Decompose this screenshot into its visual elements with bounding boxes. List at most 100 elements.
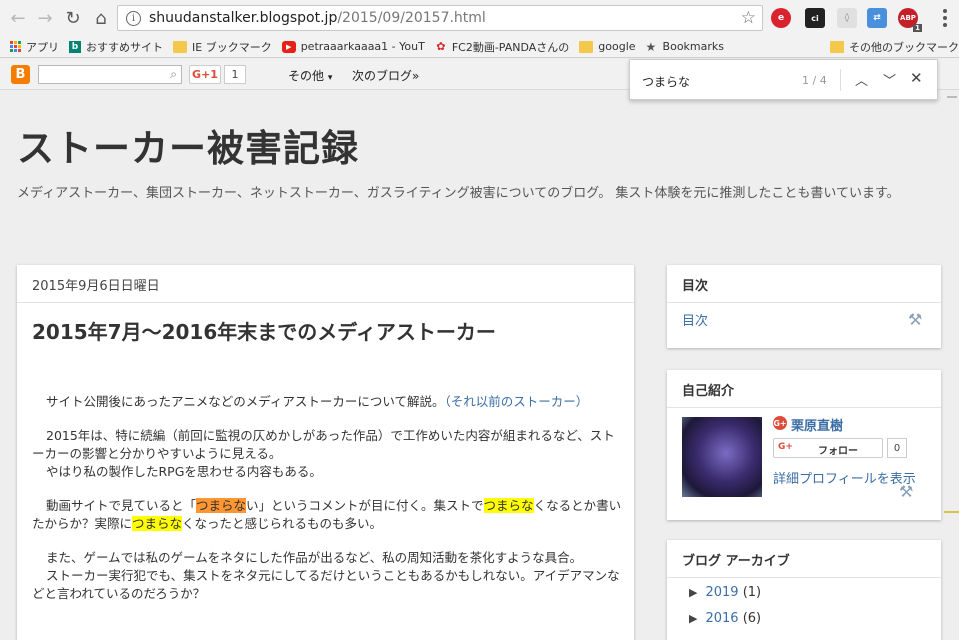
reload-icon[interactable]: ↻ [60,5,86,31]
bookmark-google-folder[interactable]: google [579,40,636,53]
chrome-menu-icon[interactable] [943,9,947,27]
youtube-icon: ▶ [281,40,296,53]
bookmark-label: アプリ [26,40,59,54]
profile-widget: 自己紹介 G+ 栗原直樹 G+ フォロー 0 詳細プロフィールを表示 ⚒ [667,370,941,520]
gplus-one-button[interactable]: G+1 [189,65,221,84]
bookmark-star-icon[interactable]: ☆ [741,8,756,28]
post-card: 2015年9月6日日曜日 2015年7月～2016年末までのメディアストーカー … [17,265,634,640]
post-divider [17,302,634,303]
search-icon[interactable]: ⌕ [170,67,177,82]
folder-icon [830,40,844,53]
back-arrow-icon[interactable]: ← [5,5,31,31]
view-profile-link[interactable]: 詳細プロフィールを表示 [773,468,916,487]
extension-shield-icon[interactable]: ◊ [837,8,857,28]
forward-arrow-icon[interactable]: → [32,5,58,31]
find-input[interactable]: つまらな [642,73,690,90]
wrench-icon[interactable]: ⚒ [908,310,922,329]
post-text: くなったと感じられるものも多い。 [182,516,383,531]
extension-ci-icon[interactable]: ci [805,8,825,28]
extension-translate-icon[interactable]: ⇄ [867,8,887,28]
extension-adblock-icon[interactable]: ABP 1 [898,8,922,32]
folder-icon [173,40,187,53]
star-icon: ★ [645,39,657,54]
toc-widget: 目次 目次 ⚒ [667,265,941,348]
blog-description: メディアストーカー、集団ストーカー、ネットストーカー、ガスライティング被害につい… [17,186,900,201]
find-match-count: 1 / 4 [802,74,827,87]
browser-toolbar: ← → ↻ ⌂ i shuudanstalker.blogspot.jp/201… [0,0,959,36]
earlier-stalker-link[interactable]: （それ以前のストーカー） [445,394,589,409]
post-date: 2015年9月6日日曜日 [32,279,160,294]
find-bar: つまらな 1 / 4 ︿ ﹀ ✕ [629,59,938,100]
adblock-badge: 1 [913,24,922,32]
more-label: その他 [288,69,325,83]
wrench-icon[interactable]: ⚒ [899,482,913,501]
extension-red-icon[interactable]: e [771,8,791,28]
adblock-label: ABP [900,14,916,22]
site-info-icon[interactable]: i [126,10,141,26]
bookmark-youtube[interactable]: ▶ petraaarkaaaa1 - YouT [281,40,425,53]
expand-arrow-icon[interactable]: ▶ [689,586,697,599]
post-paragraph: 2015年は、特に続編（前回に監視の仄めかしがあった作品）で工作めいた内容が組ま… [32,427,627,481]
archive-year[interactable]: 2016 [705,611,738,626]
post-body: サイト公開後にあったアニメなどのメディアストーカーについて解説。（それ以前のスト… [32,393,627,619]
post-text: サイト公開後にあったアニメなどのメディアストーカーについて解説。 [46,394,445,409]
find-divider [840,69,841,91]
bookmark-other-folder[interactable]: その他のブックマーク [830,39,959,55]
find-close-icon[interactable]: ✕ [910,69,923,87]
profile-title: 自己紹介 [682,384,735,399]
widget-divider [667,407,941,408]
scrollbar-thumb[interactable] [947,96,957,98]
bookmarks-bar: アプリ b おすすめサイト IE ブックマーク ▶ petraaarkaaaa1… [0,36,959,58]
fc2-icon: ✿ [436,39,446,53]
expand-arrow-icon[interactable]: ▶ [689,612,697,625]
bookmark-label: IE ブックマーク [192,40,272,54]
post-paragraph: 動画サイトで見ていると「つまらない」というコメントが目に付く。集ストでつまらなく… [32,497,627,533]
post-text: い」というコメントが目に付く。集ストで [246,498,484,513]
follow-label: フォロー [818,446,858,457]
follow-button[interactable]: G+ フォロー [773,438,883,458]
widget-divider [667,302,941,303]
post-title[interactable]: 2015年7月～2016年末までのメディアストーカー [32,316,496,345]
url-host: shuudanstalker.blogspot.jp [149,10,338,26]
post-paragraph: また、ゲームでは私のゲームをネタにした作品が出るなど、私の周知活動を茶化すような… [32,549,627,603]
profile-name[interactable]: 栗原直樹 [791,415,843,434]
post-text: やはり私の製作したRPGを思わせる内容もある。 [46,464,322,479]
find-next-icon[interactable]: ﹀ [883,70,896,89]
url-path: /2015/09/20157.html [337,10,486,26]
bookmark-label: おすすめサイト [86,40,163,54]
blog-search-input[interactable]: ⌕ [38,65,182,84]
find-highlight: つまらな [483,498,534,513]
google-plus-icon: G+ [773,416,787,430]
address-bar[interactable]: i shuudanstalker.blogspot.jp/2015/09/201… [117,5,763,31]
post-paragraph: サイト公開後にあったアニメなどのメディアストーカーについて解説。（それ以前のスト… [32,393,627,411]
archive-item[interactable]: ▶ 2016 (6) [689,611,761,626]
blogger-logo-icon[interactable]: B [11,65,30,84]
bookmark-apps[interactable]: アプリ [10,39,59,55]
next-blog-link[interactable]: 次のブログ» [352,67,419,84]
more-menu[interactable]: その他 ▾ [288,67,332,84]
bookmark-ie-folder[interactable]: IE ブックマーク [173,39,272,55]
gplus-count: 1 [224,65,246,84]
bing-icon: b [69,40,81,53]
scrollbar-find-mark [944,511,959,513]
post-text: ストーカー実行犯でも、集ストをネタ元にしてるだけということもあるかもしれない。ア… [32,568,620,601]
bookmark-bing[interactable]: b おすすめサイト [69,39,163,55]
blog-title[interactable]: ストーカー被害記録 [17,118,359,172]
archive-year[interactable]: 2019 [705,585,738,600]
apps-grid-icon [10,41,21,52]
find-highlight: つまらな [132,516,183,531]
bookmark-fc2[interactable]: ✿ FC2動画-PANDAさんの [435,39,569,55]
post-text: また、ゲームでは私のゲームをネタにした作品が出るなど、私の周知活動を茶化すような… [46,550,583,565]
post-text: 2015年は、特に続編（前回に監視の仄めかしがあった作品）で工作めいた内容が組ま… [32,428,615,461]
bookmark-label: Bookmarks [662,40,725,53]
avatar[interactable] [682,417,762,497]
toc-link[interactable]: 目次 [682,310,708,329]
archive-count: (6) [742,611,762,626]
archive-count: (1) [742,585,762,600]
home-icon[interactable]: ⌂ [88,5,114,31]
bookmark-label: petraaarkaaaa1 - YouT [300,40,425,53]
archive-item[interactable]: ▶ 2019 (1) [689,585,761,600]
bookmark-label: google [598,40,636,53]
bookmark-bookmarks[interactable]: ★ Bookmarks [646,40,724,53]
find-previous-icon[interactable]: ︿ [855,70,868,89]
